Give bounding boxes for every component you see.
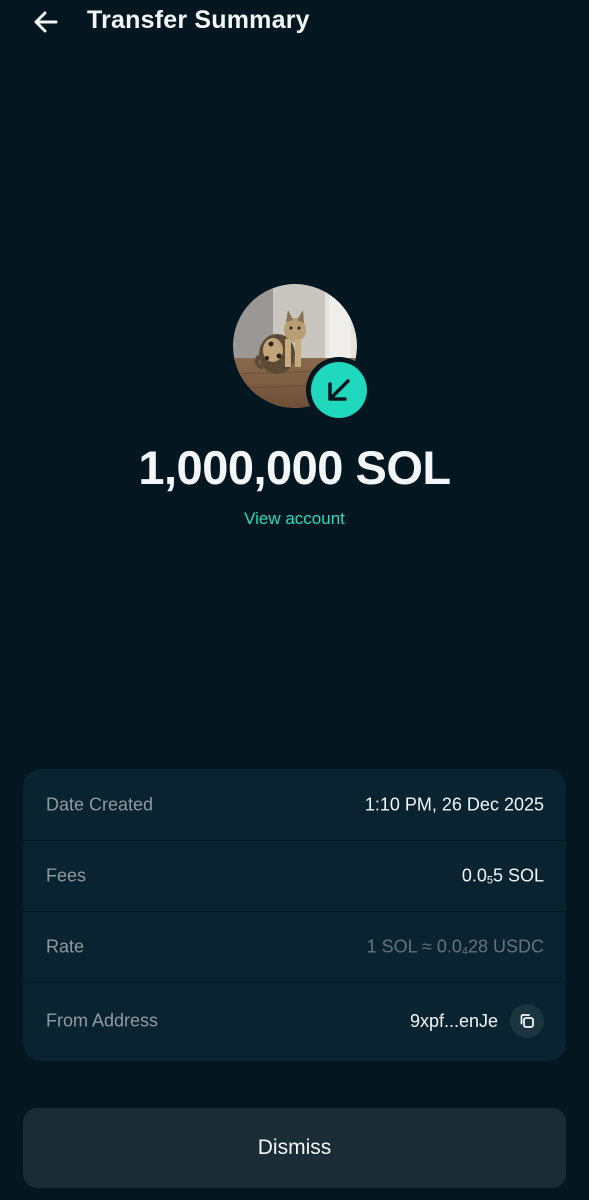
date-created-value: 1:10 PM, 26 Dec 2025	[364, 794, 544, 814]
detail-row-from-address: From Address 9xpf...enJe	[23, 982, 566, 1060]
date-created-label: Date Created	[46, 794, 154, 814]
avatar-container	[233, 284, 372, 423]
app-header: Transfer Summary	[0, 0, 589, 44]
rate-label: Rate	[46, 936, 85, 956]
view-account-link[interactable]: View account	[0, 509, 589, 529]
fees-label: Fees	[46, 865, 87, 885]
detail-row-fees: Fees 0.055 SOL	[23, 840, 566, 912]
arrow-down-left-icon	[311, 362, 367, 418]
from-address-group: 9xpf...enJe	[410, 1004, 544, 1038]
rate-value: 1 SOL ≈ 0.0428 USDC	[366, 936, 544, 957]
transfer-amount: 1,000,000 SOL	[138, 441, 451, 494]
back-arrow-icon[interactable]	[32, 8, 60, 36]
from-address-label: From Address	[46, 1010, 159, 1031]
detail-row-rate: Rate 1 SOL ≈ 0.0428 USDC	[23, 911, 566, 983]
received-badge	[306, 357, 372, 423]
from-address-value: 9xpf...enJe	[409, 1010, 498, 1031]
fees-value: 0.055 SOL	[461, 865, 544, 886]
detail-row-date: Date Created 1:10 PM, 26 Dec 2025	[23, 769, 566, 841]
details-card: Date Created 1:10 PM, 26 Dec 2025 Fees 0…	[23, 769, 566, 1061]
page-title: Transfer Summary	[87, 6, 310, 34]
copy-icon[interactable]	[510, 1004, 544, 1038]
dismiss-button[interactable]: Dismiss	[23, 1108, 566, 1188]
